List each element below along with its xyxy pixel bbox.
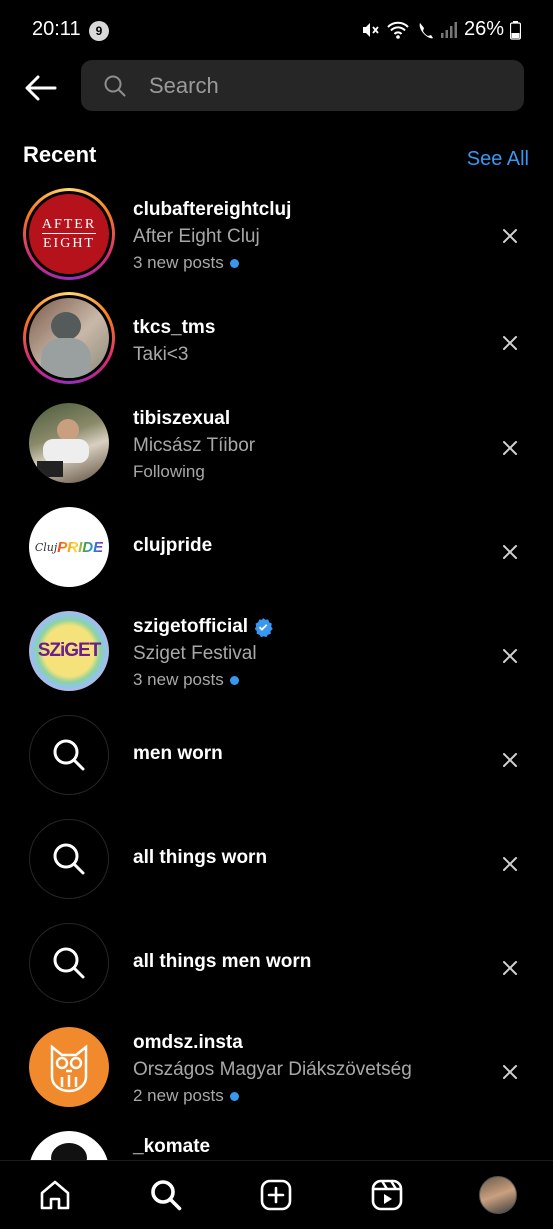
search-query: men worn	[133, 743, 223, 764]
profile-avatar	[478, 1176, 517, 1214]
new-posts: 3 new posts	[133, 667, 273, 693]
notification-badge: 9	[89, 21, 109, 41]
list-item[interactable]: men worn	[0, 704, 553, 808]
username: clujpride	[133, 535, 213, 556]
nav-home[interactable]	[35, 1175, 75, 1215]
status-icons: 26%	[360, 18, 521, 41]
search-icon	[53, 947, 85, 979]
avatar[interactable]	[23, 709, 115, 801]
display-name: Országos Magyar Diákszövetség	[133, 1059, 412, 1080]
list-item[interactable]: all things worn	[0, 808, 553, 912]
wifi-icon	[387, 21, 409, 39]
avatar[interactable]: SZiGET	[23, 605, 115, 697]
unread-dot	[229, 258, 239, 268]
unread-dot	[229, 675, 239, 685]
username: _komate	[133, 1136, 211, 1157]
display-name: Taki<3	[133, 344, 189, 365]
display-name: Micsász Tíibor	[133, 435, 256, 456]
username: omdsz.insta	[133, 1032, 243, 1053]
status-time: 20:11	[32, 18, 81, 40]
username: clubaftereightcluj	[133, 199, 292, 220]
avatar-logo-text: EIGHT	[43, 235, 95, 251]
avatar-logo-text: SZiGET	[37, 640, 102, 661]
list-item[interactable]: Cluj PRIDE clujpride	[0, 496, 553, 600]
avatar[interactable]	[23, 917, 115, 1009]
status-bar: 20:11 9 26%	[0, 0, 553, 60]
follow-status: Following	[133, 459, 255, 485]
remove-button[interactable]	[501, 751, 519, 769]
search-icon	[104, 75, 126, 96]
search-query: all things worn	[133, 847, 268, 868]
avatar[interactable]	[23, 1021, 115, 1113]
avatar-logo-text: PRIDE	[57, 538, 104, 556]
new-posts: 3 new posts	[133, 250, 291, 276]
avatar[interactable]: AFTER EIGHT	[23, 188, 115, 280]
search-query: all things men worn	[133, 951, 312, 972]
remove-button[interactable]	[501, 227, 519, 245]
battery-icon	[510, 20, 521, 40]
verified-badge-icon	[254, 618, 273, 637]
avatar[interactable]	[23, 292, 115, 384]
recent-list: AFTER EIGHT clubaftereightcluj After Eig…	[0, 183, 553, 1224]
nav-search[interactable]	[146, 1175, 186, 1215]
username: tibiszexual	[133, 408, 231, 429]
username: szigetofficial	[133, 616, 249, 637]
list-item[interactable]: AFTER EIGHT clubaftereightcluj After Eig…	[0, 183, 553, 287]
bottom-nav	[0, 1160, 553, 1229]
unread-dot	[229, 1091, 239, 1101]
remove-button[interactable]	[501, 959, 519, 977]
display-name: Sziget Festival	[133, 643, 257, 664]
signal-icon	[440, 21, 457, 38]
mute-icon	[362, 22, 379, 37]
username-row: szigetofficial	[133, 614, 273, 640]
username: tkcs_tms	[133, 317, 216, 338]
nav-profile[interactable]	[478, 1175, 518, 1215]
avatar-logo-text: Cluj	[34, 540, 58, 554]
home-icon	[40, 1180, 70, 1210]
avatar[interactable]: Cluj PRIDE	[23, 501, 115, 593]
remove-button[interactable]	[501, 439, 519, 457]
search-input[interactable]	[149, 72, 489, 99]
remove-button[interactable]	[501, 543, 519, 561]
back-button[interactable]	[22, 70, 58, 106]
search-icon	[53, 739, 85, 771]
see-all-link[interactable]: See All	[467, 148, 529, 171]
search-icon	[151, 1180, 182, 1211]
following-label: Following	[133, 462, 205, 481]
search-icon	[53, 843, 85, 875]
nav-reels[interactable]	[367, 1175, 407, 1215]
new-posts-label: 2 new posts	[133, 1086, 224, 1105]
create-icon	[261, 1179, 292, 1211]
arrow-left-icon	[25, 75, 57, 101]
list-item[interactable]: SZiGET szigetofficial Sziget Festival 3 …	[0, 600, 553, 704]
new-posts-label: 3 new posts	[133, 670, 224, 689]
list-item[interactable]: omdsz.insta Országos Magyar Diákszövetsé…	[0, 1016, 553, 1120]
remove-button[interactable]	[501, 647, 519, 665]
nav-create[interactable]	[256, 1175, 296, 1215]
new-posts: 2 new posts	[133, 1083, 412, 1109]
reels-icon	[371, 1179, 403, 1211]
wifi-call-icon	[419, 22, 433, 38]
new-posts-label: 3 new posts	[133, 253, 224, 272]
display-name: After Eight Cluj	[133, 226, 260, 247]
avatar-logo-text: AFTER	[41, 216, 97, 234]
list-item[interactable]: tkcs_tms Taki<3	[0, 287, 553, 392]
remove-button[interactable]	[501, 1063, 519, 1081]
owl-logo-icon	[50, 1044, 88, 1093]
list-item[interactable]: tibiszexual Micsász Tíibor Following	[0, 392, 553, 496]
search-bar[interactable]	[81, 60, 524, 111]
avatar[interactable]	[23, 397, 115, 489]
battery-percent: 26%	[463, 18, 504, 40]
recent-heading: Recent	[23, 142, 97, 167]
remove-button[interactable]	[501, 855, 519, 873]
remove-button[interactable]	[501, 334, 519, 352]
avatar[interactable]	[23, 813, 115, 905]
list-item[interactable]: all things men worn	[0, 912, 553, 1016]
